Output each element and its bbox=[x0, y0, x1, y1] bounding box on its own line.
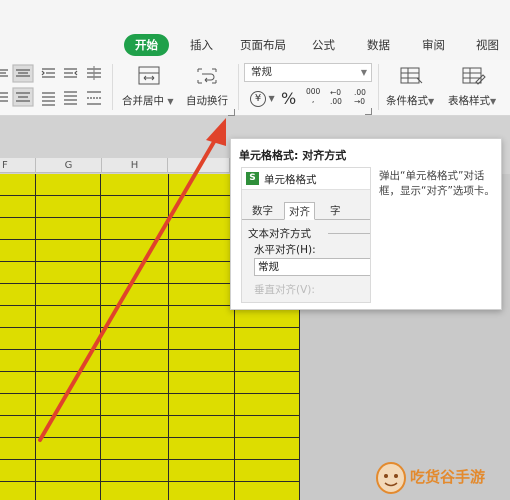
dialog-header: S 单元格格式 bbox=[242, 168, 370, 190]
app-logo-icon: S bbox=[246, 172, 259, 185]
dialog-tab-font: 字 bbox=[330, 205, 341, 217]
tooltip-title: 单元格格式: 对齐方式 bbox=[239, 149, 347, 162]
watermark-text: 吃货谷手游 bbox=[410, 468, 486, 486]
watermark-logo-icon bbox=[376, 462, 406, 494]
watermark: 吃货谷手游 bbox=[370, 458, 510, 498]
app-window: 开始 插入 页面布局 公式 数据 审阅 视图 合并居中 ▼ 自动换行 常规 ▼ … bbox=[0, 0, 510, 500]
section-divider bbox=[328, 233, 370, 234]
tooltip-cell-format-alignment: 单元格格式: 对齐方式 弹出“单元格格式”对话框，显示“对齐”选项卡。 S 单元… bbox=[230, 138, 502, 310]
dialog-tab-number: 数字 bbox=[252, 205, 273, 217]
arrow-head-icon bbox=[206, 118, 226, 146]
horizontal-align-label: 水平对齐(H): bbox=[254, 244, 316, 256]
tooltip-description: 弹出“单元格格式”对话框，显示“对齐”选项卡。 bbox=[379, 170, 495, 197]
arrow-shaft bbox=[38, 133, 220, 442]
horizontal-align-select: 常规 bbox=[254, 258, 370, 276]
dialog-title: 单元格格式 bbox=[264, 174, 317, 186]
dialog-tab-alignment: 对齐 bbox=[284, 202, 315, 220]
vertical-align-label: 垂直对齐(V): bbox=[254, 284, 315, 296]
dialog-tabs: 数字 对齐 字 bbox=[242, 202, 370, 220]
dialog-preview: S 单元格格式 数字 对齐 字 文本对齐方式 水平对齐(H): 常规 垂直对齐(… bbox=[241, 167, 371, 303]
text-alignment-section: 文本对齐方式 bbox=[248, 228, 311, 240]
